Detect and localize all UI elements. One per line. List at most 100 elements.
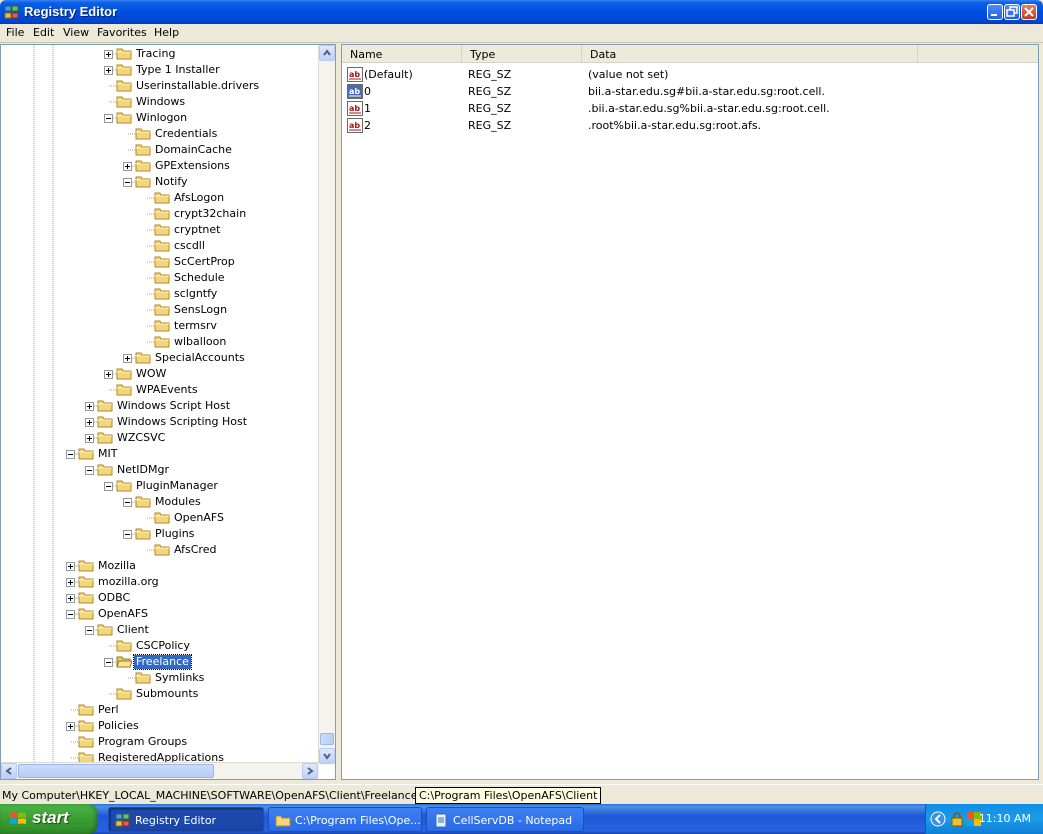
expand-icon[interactable] bbox=[123, 162, 132, 171]
column-header-type[interactable]: Type bbox=[462, 45, 582, 63]
tree-node[interactable]: crypt32chain bbox=[1, 206, 319, 222]
close-button[interactable] bbox=[1021, 4, 1037, 20]
tree-node[interactable]: termsrv bbox=[1, 318, 319, 334]
tree-node[interactable]: Symlinks bbox=[1, 670, 319, 686]
tree-node[interactable]: WZCSVC bbox=[1, 430, 319, 446]
taskbar-button-explorer[interactable]: C:\Program Files\Ope... bbox=[268, 807, 422, 832]
tree-vscroll-thumb[interactable] bbox=[320, 733, 334, 745]
menu-favorites[interactable]: Favorites bbox=[97, 26, 147, 39]
maximize-button[interactable] bbox=[1004, 4, 1020, 20]
collapse-icon[interactable] bbox=[66, 610, 75, 619]
tree-node[interactable]: Plugins bbox=[1, 526, 319, 542]
tray-collapse-icon[interactable] bbox=[930, 811, 946, 827]
tree-node[interactable]: OpenAFS bbox=[1, 510, 319, 526]
tree-node[interactable]: mozilla.org bbox=[1, 574, 319, 590]
tree-node[interactable]: sclgntfy bbox=[1, 286, 319, 302]
expand-icon[interactable] bbox=[66, 722, 75, 731]
expand-icon[interactable] bbox=[66, 594, 75, 603]
scroll-down-button[interactable] bbox=[319, 748, 335, 764]
tree-node[interactable]: SensLogn bbox=[1, 302, 319, 318]
tree-node[interactable]: MIT bbox=[1, 446, 319, 462]
value-row[interactable]: ab 2 REG_SZ .root%bii.a-star.edu.sg:root.af… bbox=[342, 117, 1038, 134]
value-data: bii.a-star.edu.sg#bii.a-star.edu.sg:root… bbox=[588, 85, 825, 98]
tree-node[interactable]: Tracing bbox=[1, 46, 319, 62]
lock-icon[interactable] bbox=[950, 811, 964, 827]
collapse-icon[interactable] bbox=[85, 626, 94, 635]
expand-icon[interactable] bbox=[104, 66, 113, 75]
tree-node[interactable]: Windows Scripting Host bbox=[1, 414, 319, 430]
tree-node[interactable]: ScCertProp bbox=[1, 254, 319, 270]
values-list-pane[interactable]: Name Type Data ab (Default) REG_SZ (value n… bbox=[341, 44, 1039, 780]
tree-node[interactable]: Freelance bbox=[1, 654, 319, 670]
column-header-name[interactable]: Name bbox=[342, 45, 462, 63]
expand-icon[interactable] bbox=[123, 354, 132, 363]
menu-file[interactable]: File bbox=[6, 26, 24, 39]
value-row[interactable]: ab (Default) REG_SZ (value not set) bbox=[342, 66, 1038, 83]
collapse-icon[interactable] bbox=[104, 482, 113, 491]
tree-node[interactable]: Windows bbox=[1, 94, 319, 110]
scroll-right-button[interactable] bbox=[302, 763, 318, 779]
tree-node[interactable]: Credentials bbox=[1, 126, 319, 142]
tree-node[interactable]: Mozilla bbox=[1, 558, 319, 574]
column-header-data[interactable]: Data bbox=[582, 45, 918, 63]
collapse-icon[interactable] bbox=[66, 450, 75, 459]
collapse-icon[interactable] bbox=[123, 498, 132, 507]
tree-node[interactable]: Program Groups bbox=[1, 734, 319, 750]
tree-node[interactable]: GPExtensions bbox=[1, 158, 319, 174]
tree-node[interactable]: OpenAFS bbox=[1, 606, 319, 622]
tree-node[interactable]: cscdll bbox=[1, 238, 319, 254]
tree-node[interactable]: Type 1 Installer bbox=[1, 62, 319, 78]
value-row[interactable]: ab 0 REG_SZ bii.a-star.edu.sg#bii.a-star.ed… bbox=[342, 83, 1038, 100]
taskbar-button-registry-editor[interactable]: Registry Editor bbox=[108, 807, 264, 832]
collapse-icon[interactable] bbox=[104, 658, 113, 667]
tree-node[interactable]: Winlogon bbox=[1, 110, 319, 126]
tree-node[interactable]: Schedule bbox=[1, 270, 319, 286]
tree-node[interactable]: Client bbox=[1, 622, 319, 638]
tree-vertical-scrollbar[interactable] bbox=[318, 45, 335, 765]
expand-icon[interactable] bbox=[85, 434, 94, 443]
tree-node[interactable]: SpecialAccounts bbox=[1, 350, 319, 366]
tree-node[interactable]: CSCPolicy bbox=[1, 638, 319, 654]
tree-node[interactable]: Notify bbox=[1, 174, 319, 190]
tree-node[interactable]: Policies bbox=[1, 718, 319, 734]
scroll-left-button[interactable] bbox=[1, 763, 17, 779]
collapse-icon[interactable] bbox=[104, 114, 113, 123]
expand-icon[interactable] bbox=[104, 50, 113, 59]
collapse-icon[interactable] bbox=[123, 530, 132, 539]
expand-icon[interactable] bbox=[104, 370, 113, 379]
tree-node[interactable]: Perl bbox=[1, 702, 319, 718]
collapse-icon[interactable] bbox=[123, 178, 132, 187]
tree-node[interactable]: cryptnet bbox=[1, 222, 319, 238]
tree-node[interactable]: PluginManager bbox=[1, 478, 319, 494]
menu-edit[interactable]: Edit bbox=[33, 26, 54, 39]
tree-node-label: DomainCache bbox=[155, 143, 232, 156]
expand-icon[interactable] bbox=[85, 418, 94, 427]
tree-hscroll-thumb[interactable] bbox=[18, 764, 214, 778]
value-row[interactable]: ab 1 REG_SZ .bii.a-star.edu.sg%bii.a-star.e… bbox=[342, 100, 1038, 117]
menu-view[interactable]: View bbox=[63, 26, 89, 39]
tree-node[interactable]: ODBC bbox=[1, 590, 319, 606]
tree-node[interactable]: NetIDMgr bbox=[1, 462, 319, 478]
scroll-up-button[interactable] bbox=[319, 45, 335, 61]
tree-node[interactable]: Submounts bbox=[1, 686, 319, 702]
menu-help[interactable]: Help bbox=[154, 26, 179, 39]
key-tree-pane[interactable]: Tracing Type 1 Installer Userinstallable.d… bbox=[0, 44, 336, 780]
start-button[interactable]: start bbox=[0, 804, 98, 834]
tree-node[interactable]: WPAEvents bbox=[1, 382, 319, 398]
tree-node[interactable]: WOW bbox=[1, 366, 319, 382]
title-bar[interactable]: Registry Editor bbox=[0, 0, 1043, 24]
taskbar-button-notepad[interactable]: CellServDB - Notepad bbox=[426, 807, 584, 832]
tree-node[interactable]: DomainCache bbox=[1, 142, 319, 158]
collapse-icon[interactable] bbox=[85, 466, 94, 475]
tree-node[interactable]: AfsCred bbox=[1, 542, 319, 558]
expand-icon[interactable] bbox=[66, 578, 75, 587]
expand-icon[interactable] bbox=[66, 562, 75, 571]
tree-node[interactable]: AfsLogon bbox=[1, 190, 319, 206]
expand-icon[interactable] bbox=[85, 402, 94, 411]
tree-node[interactable]: wlballoon bbox=[1, 334, 319, 350]
tree-node[interactable]: Modules bbox=[1, 494, 319, 510]
tree-node[interactable]: Userinstallable.drivers bbox=[1, 78, 319, 94]
tree-horizontal-scrollbar[interactable] bbox=[1, 762, 319, 779]
tree-node[interactable]: Windows Script Host bbox=[1, 398, 319, 414]
minimize-button[interactable] bbox=[987, 4, 1003, 20]
